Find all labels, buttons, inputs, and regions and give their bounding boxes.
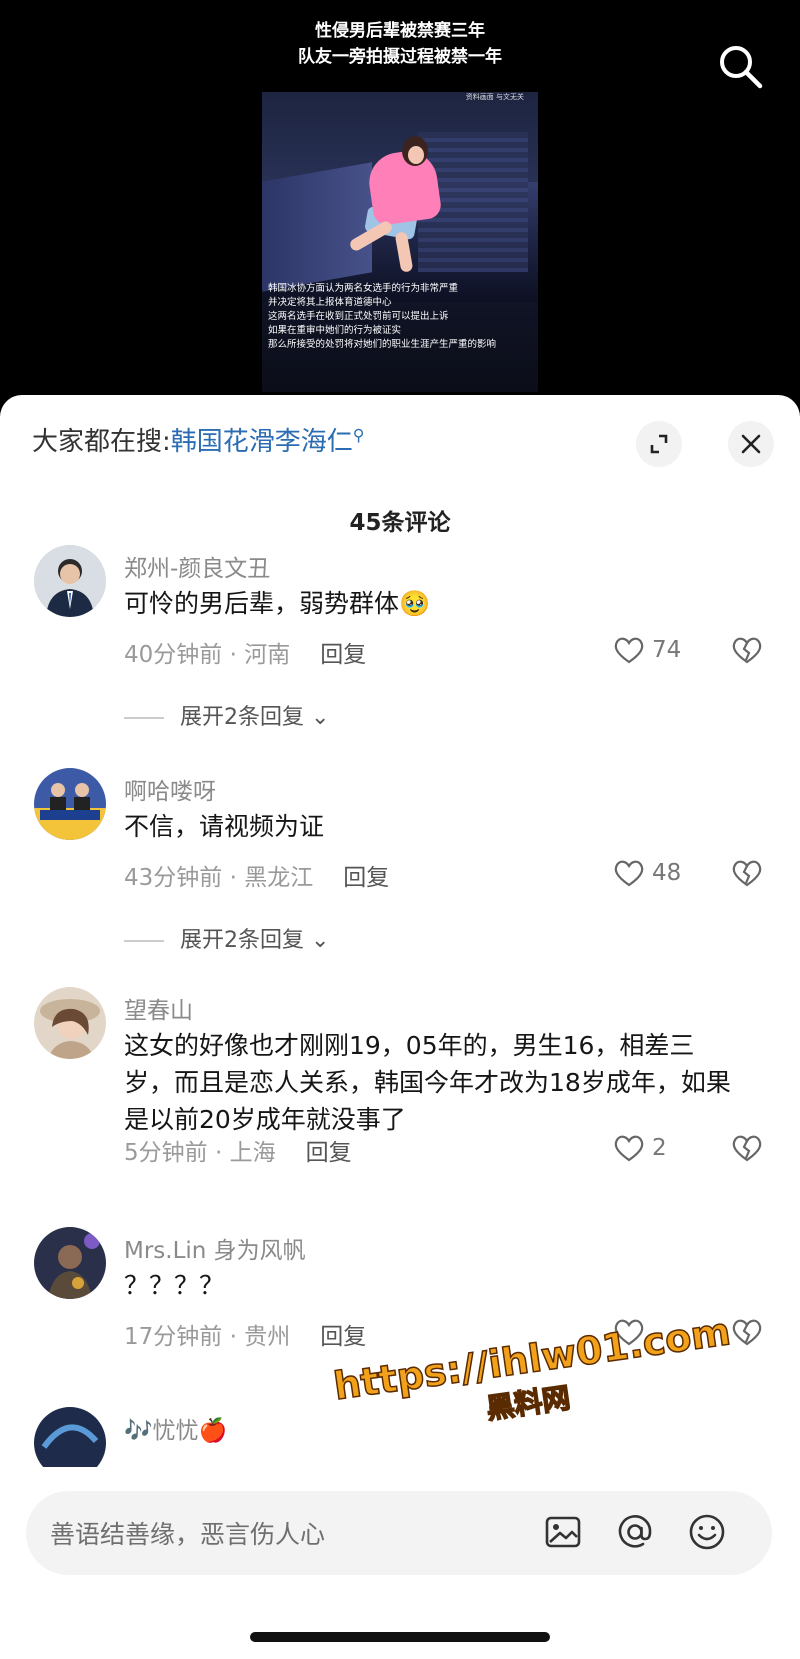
- reply-button[interactable]: 回复: [343, 858, 389, 892]
- close-icon: [741, 434, 761, 454]
- expand-replies-button[interactable]: 展开2条回复 ⌄: [124, 922, 329, 954]
- reply-button[interactable]: 回复: [320, 635, 366, 669]
- dislike-button[interactable]: [730, 1315, 766, 1351]
- like-button[interactable]: 74: [612, 633, 702, 669]
- subtitle-line: 并决定将其上报体育道德中心: [268, 297, 392, 308]
- comment-author[interactable]: Mrs.Lin 身为风帆: [124, 1231, 306, 1265]
- subtitle-line: 那么所接受的处罚将对她们的职业生涯产生严重的影响: [268, 339, 497, 350]
- emoji-button[interactable]: [686, 1511, 728, 1553]
- comment-meta: 17分钟前 · 贵州 回复: [124, 1317, 366, 1351]
- like-count: 2: [652, 1135, 667, 1161]
- comment-sheet: 大家都在搜:韩国花滑李海仁⚲ 45条评论 郑州-颜良文丑 可怜的男后辈，弱势群体: [0, 395, 800, 1659]
- comment-meta: 40分钟前 · 河南 回复: [124, 635, 366, 669]
- comment-text: 这女的好像也才刚刚19，05年的，男生16，相差三岁，而且是恋人关系，韩国今年才…: [124, 1031, 731, 1134]
- trending-search[interactable]: 大家都在搜:韩国花滑李海仁⚲: [32, 421, 365, 458]
- avatar-image: [34, 987, 106, 1059]
- video-caption-line-2: 队友一旁拍摄过程被禁一年: [298, 47, 502, 67]
- heart-icon: [614, 1135, 644, 1162]
- expand-icon: [650, 434, 668, 454]
- comment-time-location: 17分钟前 · 贵州: [124, 1324, 291, 1350]
- avatar[interactable]: [34, 768, 106, 840]
- expand-button[interactable]: [636, 421, 682, 467]
- skater-figure-face: [408, 146, 424, 164]
- dislike-button[interactable]: [730, 1131, 766, 1167]
- comment-meta: 43分钟前 · 黑龙江 回复: [124, 858, 389, 892]
- chevron-down-icon: ⌄: [304, 928, 330, 953]
- comment-text: ？？？？: [124, 1271, 225, 1300]
- expand-replies-button[interactable]: 展开2条回复 ⌄: [124, 699, 329, 731]
- divider: [124, 717, 164, 719]
- comment-meta: 5分钟前 · 上海 回复: [124, 1133, 352, 1167]
- comment-input-placeholder[interactable]: 善语结善缘，恶言伤人心: [50, 1515, 325, 1551]
- subtitle-line: 这两名选手在收到正式处罚前可以提出上诉: [268, 311, 449, 322]
- trending-term-link[interactable]: 韩国花滑李海仁: [171, 427, 353, 457]
- broken-heart-icon: [732, 1135, 762, 1162]
- source-label: 资料画面 与文无关: [465, 93, 524, 101]
- trending-prefix: 大家都在搜:: [32, 427, 171, 457]
- image-button[interactable]: [542, 1511, 584, 1553]
- avatar-image: [34, 545, 106, 617]
- like-count: 48: [652, 860, 682, 886]
- comment-time-location: 5分钟前 · 上海: [124, 1140, 276, 1166]
- close-button[interactable]: [728, 421, 774, 467]
- comments-count: 45条评论: [349, 510, 451, 536]
- dislike-button[interactable]: [730, 633, 766, 669]
- comment-author[interactable]: 郑州-颜良文丑: [124, 549, 270, 583]
- image-icon: [545, 1516, 581, 1548]
- video-caption-line-1: 性侵男后辈被禁赛三年: [315, 21, 485, 41]
- comment-item: 望春山 这女的好像也才刚刚19，05年的，男生16，相差三岁，而且是恋人关系，韩…: [0, 987, 800, 1177]
- avatar-image: [34, 1227, 106, 1299]
- avatar[interactable]: [34, 987, 106, 1059]
- at-icon: [618, 1515, 652, 1548]
- comment-time-location: 40分钟前 · 河南: [124, 642, 291, 668]
- small-search-icon: ⚲: [352, 425, 365, 445]
- comment-author[interactable]: 望春山: [124, 991, 193, 1025]
- avatar-image: [34, 768, 106, 840]
- comment-item: 啊哈喽呀 不信，请视频为证 43分钟前 · 黑龙江 回复 48 展开2条回复 ⌄: [0, 768, 800, 953]
- like-count: 74: [652, 637, 682, 663]
- subtitle-line: 韩国冰协方面认为两名女选手的行为非常严重: [268, 283, 459, 294]
- heart-icon: [614, 637, 644, 664]
- comment-author[interactable]: 🎶忧忧🍎: [124, 1411, 227, 1445]
- avatar[interactable]: [34, 1227, 106, 1299]
- comment-text: 不信，请视频为证: [124, 812, 325, 841]
- video-caption: 性侵男后辈被禁赛三年 队友一旁拍摄过程被禁一年: [0, 18, 800, 70]
- avatar-image: [34, 1407, 106, 1467]
- comment-item: 郑州-颜良文丑 可怜的男后辈，弱势群体🥹 40分钟前 · 河南 回复 74 展开2…: [0, 545, 800, 730]
- broken-heart-icon: [732, 637, 762, 664]
- emoji-icon: [689, 1514, 725, 1550]
- broken-heart-icon: [732, 860, 762, 887]
- comment-author[interactable]: 啊哈喽呀: [124, 772, 216, 806]
- mention-button[interactable]: [614, 1511, 656, 1553]
- search-button[interactable]: [716, 42, 764, 90]
- comment-time-location: 43分钟前 · 黑龙江: [124, 865, 314, 891]
- like-button[interactable]: 48: [612, 856, 702, 892]
- expand-replies-label: 展开2条回复: [180, 928, 304, 953]
- comment-text: 可怜的男后辈，弱势群体🥹: [124, 589, 431, 618]
- video-frame: 资料画面 与文无关 韩国冰协方面认为两名女选手的行为非常严重 并决定将其上报体育…: [262, 92, 538, 392]
- reply-button[interactable]: 回复: [320, 1317, 366, 1351]
- broken-heart-icon: [732, 1319, 762, 1346]
- home-indicator[interactable]: [250, 1632, 550, 1642]
- divider: [124, 940, 164, 942]
- reply-button[interactable]: 回复: [306, 1133, 352, 1167]
- like-button[interactable]: 2: [612, 1131, 702, 1167]
- comment-input-bar[interactable]: 善语结善缘，恶言伤人心: [26, 1491, 772, 1575]
- dislike-button[interactable]: [730, 856, 766, 892]
- video-player[interactable]: 性侵男后辈被禁赛三年 队友一旁拍摄过程被禁一年 资料画面 与文无关 韩国冰协方面…: [0, 0, 800, 420]
- video-subtitles: 韩国冰协方面认为两名女选手的行为非常严重 并决定将其上报体育道德中心 这两名选手…: [268, 282, 538, 352]
- avatar[interactable]: [34, 1407, 106, 1467]
- heart-icon: [614, 860, 644, 887]
- search-icon: [720, 46, 763, 89]
- expand-replies-label: 展开2条回复: [180, 705, 304, 730]
- rink-wall: [262, 162, 372, 292]
- chevron-down-icon: ⌄: [304, 705, 330, 730]
- subtitle-line: 如果在重审中她们的行为被证实: [268, 325, 402, 336]
- avatar[interactable]: [34, 545, 106, 617]
